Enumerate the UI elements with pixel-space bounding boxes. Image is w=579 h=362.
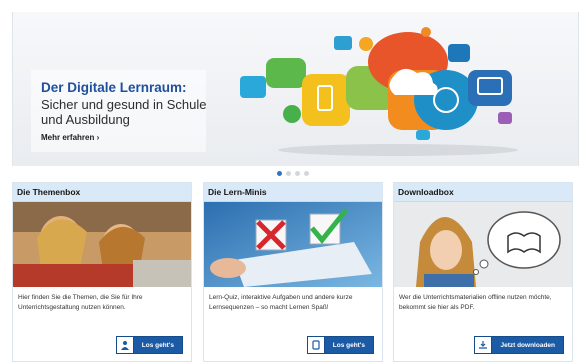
card-description: Wer die Unterrichtsmaterialien offline n… [399,294,552,311]
speech-bubbles-illustration [240,27,518,156]
card-lern-minis: Die Lern-Minis Lern-Quiz, interaktive Au… [203,182,383,362]
card-title: Die Themenbox [13,183,191,202]
card-title: Die Lern-Minis [204,183,382,202]
los-gehts-button[interactable]: Los geht's [115,336,183,354]
card-downloadbox: Downloadbox Wer die Unterrichtsmateriali… [393,182,573,362]
students-photo [13,202,191,287]
hero-text-box: Der Digitale Lernraum: Sicher und gesund… [31,70,207,152]
carousel-dots [277,171,309,176]
button-label: Jetzt downloaden [500,341,555,349]
download-icon [475,337,493,353]
card-description: Hier finden Sie die Themen, die Sie für … [18,294,143,311]
person-icon [116,337,134,353]
carousel-dot-1[interactable] [277,171,282,176]
tablet-quiz-photo [204,202,382,287]
hero-more-link[interactable]: Mehr erfahren › [41,133,99,142]
carousel-dot-4[interactable] [304,171,309,176]
card-title: Downloadbox [394,183,572,202]
hero-banner: Der Digitale Lernraum: Sicher und gesund… [12,12,579,166]
jetzt-downloaden-button[interactable]: Jetzt downloaden [474,336,564,354]
carousel-dot-2[interactable] [286,171,291,176]
thinking-woman-photo [394,202,572,287]
card-themenbox: Die Themenbox Hier finden Sie die Themen… [12,182,192,362]
button-label: Los geht's [141,341,174,349]
hero-subtitle: Sicher und gesund in Schule und Ausbildu… [41,97,207,127]
hero-title: Der Digitale Lernraum: [41,80,187,95]
tablet-icon [307,337,325,353]
button-label: Los geht's [332,341,365,349]
los-gehts-button[interactable]: Los geht's [306,336,374,354]
card-description: Lern-Quiz, interaktive Aufgaben und ande… [209,294,353,311]
carousel-dot-3[interactable] [295,171,300,176]
